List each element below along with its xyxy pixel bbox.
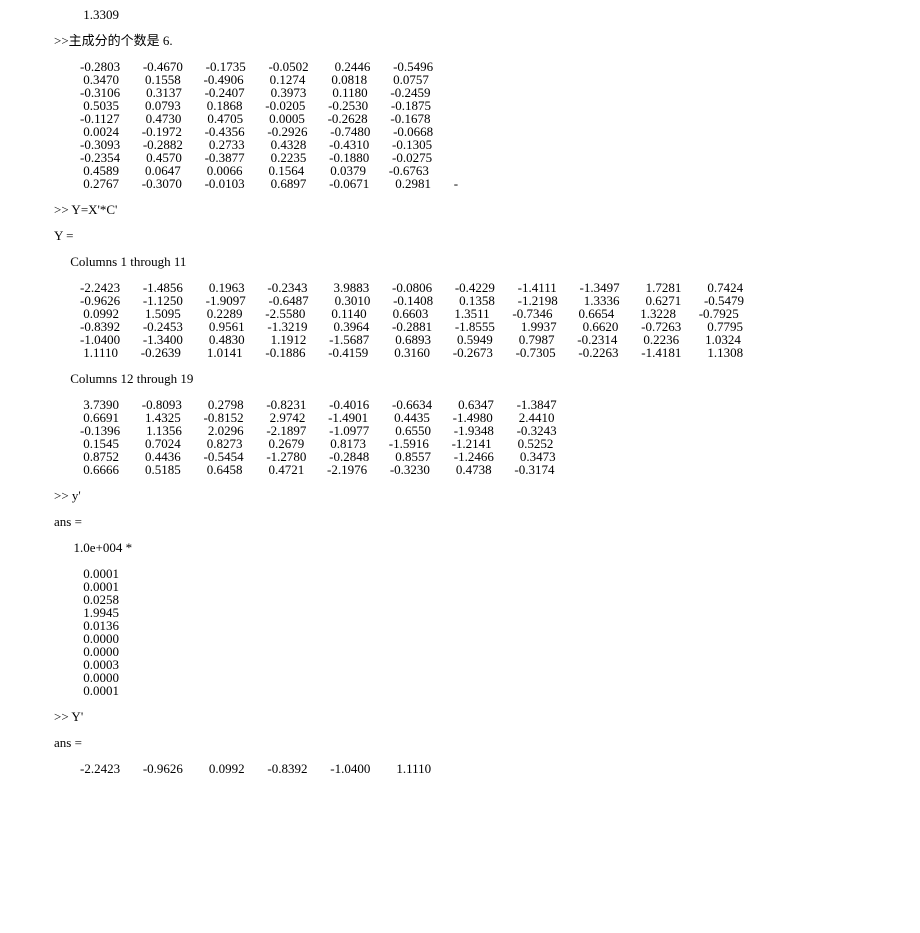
blank — [54, 528, 920, 541]
blank — [54, 216, 920, 229]
vector-row: 0.0001 — [54, 580, 920, 593]
vector-row: 1.9945 — [54, 606, 920, 619]
matrix-row: 0.2767 -0.3070 -0.0103 0.6897 -0.0671 0.… — [54, 177, 920, 190]
blank — [54, 476, 920, 489]
blank — [54, 723, 920, 736]
ans-label: ans = — [54, 736, 920, 749]
columns-1-11-label: Columns 1 through 11 — [54, 255, 920, 268]
matrix-row: -2.2423 -0.9626 0.0992 -0.8392 -1.0400 1… — [54, 762, 920, 775]
vector-row: 0.0136 — [54, 619, 920, 632]
command-Y-transpose: >> Y' — [54, 710, 920, 723]
blank — [54, 21, 920, 34]
command-y-transpose: >> y' — [54, 489, 920, 502]
vector-row: 0.0000 — [54, 671, 920, 684]
var-Y-equals: Y = — [54, 229, 920, 242]
command-Y: >> Y=X'*C' — [54, 203, 920, 216]
matrix-row: 0.6666 0.5185 0.6458 0.4721 -2.1976 -0.3… — [54, 463, 920, 476]
scale-factor: 1.0e+004 * — [54, 541, 920, 554]
vector-row: 0.0001 — [54, 684, 920, 697]
vector-row: 0.0000 — [54, 632, 920, 645]
vector-row: 0.0001 — [54, 567, 920, 580]
blank — [54, 502, 920, 515]
vector-row: 0.0000 — [54, 645, 920, 658]
matrix-row: 1.1110 -0.2639 1.0141 -0.1886 -0.4159 0.… — [54, 346, 920, 359]
vector-row: 0.0258 — [54, 593, 920, 606]
blank — [54, 554, 920, 567]
vector-row: 0.0003 — [54, 658, 920, 671]
blank — [54, 190, 920, 203]
columns-12-19-label: Columns 12 through 19 — [54, 372, 920, 385]
blank — [54, 697, 920, 710]
pca-count-label: >>主成分的个数是 6. — [54, 34, 920, 47]
value-line: 1.3309 — [54, 8, 920, 21]
ans-label: ans = — [54, 515, 920, 528]
